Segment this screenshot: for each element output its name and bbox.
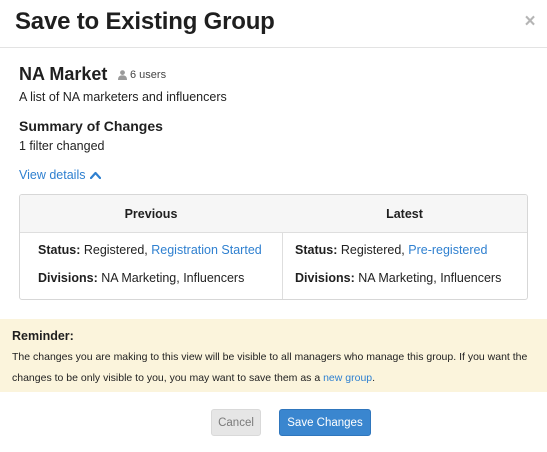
previous-header: Previous (124, 207, 178, 221)
latest-divisions: Divisions: NA Marketing, Influencers (295, 271, 501, 285)
latest-status: Status: Registered, Pre-registered (295, 243, 487, 257)
previous-divisions-value: NA Marketing, Influencers (97, 271, 245, 285)
save-to-group-dialog: Save to Existing Group × NA Market 6 use… (0, 0, 547, 452)
view-details-link[interactable]: View details (19, 168, 102, 182)
user-icon (118, 70, 127, 80)
reminder-text: The changes you are making to this view … (12, 351, 528, 384)
latest-status-link[interactable]: Pre-registered (408, 243, 487, 257)
latest-header: Latest (386, 207, 423, 221)
reminder-box: Reminder: The changes you are making to … (0, 319, 547, 392)
previous-status-link[interactable]: Registration Started (151, 243, 261, 257)
new-group-link[interactable]: new group (323, 372, 372, 384)
summary-title: Summary of Changes (19, 118, 163, 134)
latest-divisions-value: NA Marketing, Influencers (354, 271, 502, 285)
previous-status: Status: Registered, Registration Started (38, 243, 262, 257)
latest-status-value: Registered, (337, 243, 409, 257)
latest-status-label: Status: (295, 243, 338, 257)
group-description: A list of NA marketers and influencers (19, 90, 227, 104)
dialog-header: Save to Existing Group × (0, 0, 547, 48)
group-name: NA Market (19, 64, 108, 84)
user-count-label: 6 users (130, 69, 167, 81)
save-changes-button[interactable]: Save Changes (279, 409, 371, 436)
latest-divisions-label: Divisions: (295, 271, 355, 285)
summary-subtitle: 1 filter changed (19, 139, 105, 153)
reminder-body: The changes you are making to this view … (12, 347, 540, 389)
reminder-title: Reminder: (12, 329, 74, 343)
chevron-up-icon (90, 171, 102, 179)
previous-status-label: Status: (38, 243, 81, 257)
user-count: 6 users (118, 69, 166, 81)
comparison-table: Previous Latest Status: Registered, Regi… (19, 194, 528, 300)
reminder-end: . (372, 372, 376, 384)
cancel-button[interactable]: Cancel (211, 409, 261, 436)
column-divider (282, 232, 283, 299)
close-icon[interactable]: × (522, 12, 538, 32)
dialog-title: Save to Existing Group (15, 8, 275, 35)
previous-divisions-label: Divisions: (38, 271, 98, 285)
previous-divisions: Divisions: NA Marketing, Influencers (38, 271, 244, 285)
previous-status-value: Registered, (80, 243, 152, 257)
comparison-header: Previous Latest (20, 195, 527, 233)
view-details-label: View details (19, 168, 86, 182)
